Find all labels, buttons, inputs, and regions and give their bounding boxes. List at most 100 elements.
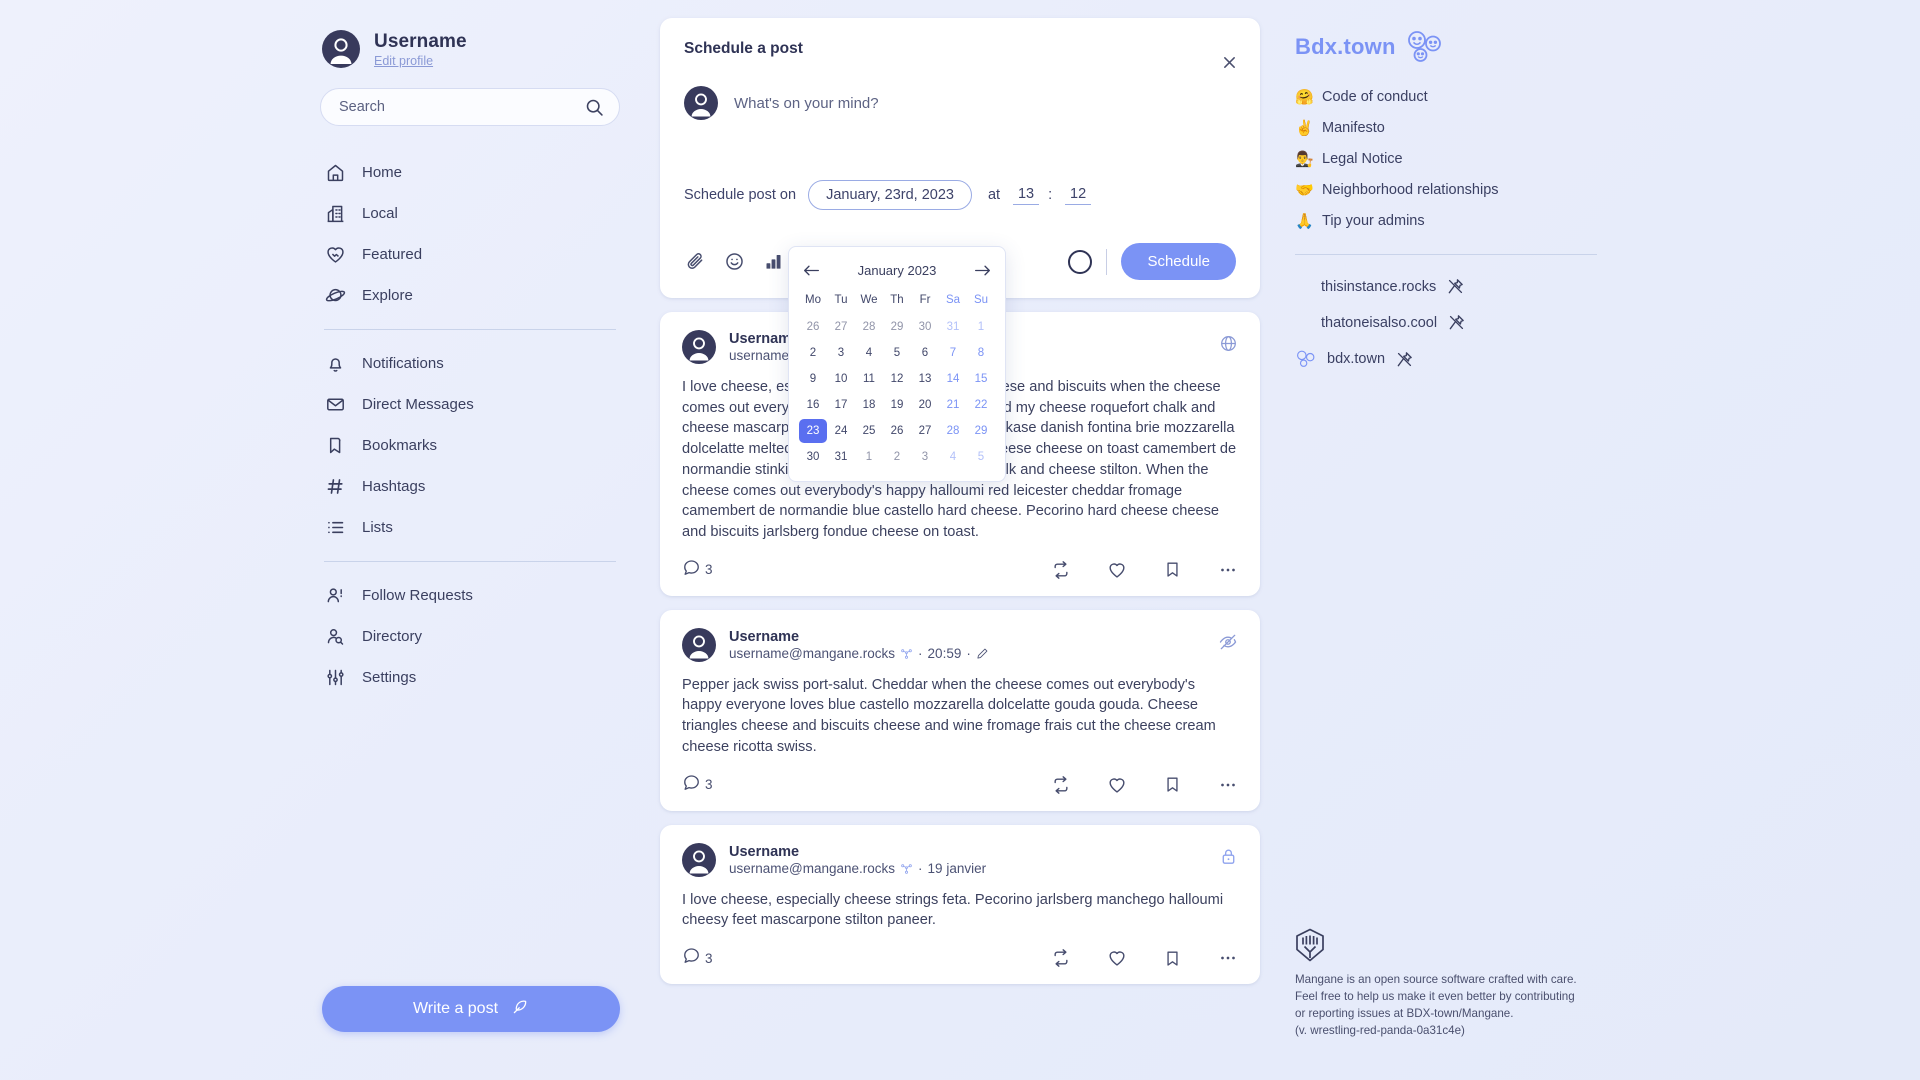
post-author-handle[interactable]: username@mangane.rocks — [729, 646, 895, 661]
post-author-handle[interactable]: username@mangane.rocks — [729, 861, 895, 876]
instance-name[interactable]: thatoneisalso.cool — [1321, 315, 1437, 331]
like-heart-icon[interactable] — [1107, 560, 1127, 580]
like-heart-icon[interactable] — [1107, 775, 1127, 795]
repost-icon[interactable] — [1051, 560, 1071, 580]
calendar-day[interactable]: 15 — [967, 367, 995, 391]
calendar-day[interactable]: 29 — [883, 315, 911, 339]
instance-link[interactable]: 🤝 Neighborhood relationships — [1295, 181, 1695, 199]
calendar-day[interactable]: 25 — [855, 419, 883, 443]
search-input[interactable]: Search — [320, 88, 620, 126]
calendar-day[interactable]: 11 — [855, 367, 883, 391]
calendar-day[interactable]: 30 — [911, 315, 939, 339]
calendar-day[interactable]: 31 — [827, 445, 855, 469]
calendar-day[interactable]: 26 — [799, 315, 827, 339]
avatar[interactable] — [682, 330, 716, 364]
write-a-post-button[interactable]: Write a post — [322, 986, 620, 1032]
sidebar-item-directory[interactable]: Directory — [320, 616, 620, 657]
post-card[interactable]: Username username@mangane.rocks · 19 janv… — [660, 824, 1260, 985]
calendar-day[interactable]: 14 — [939, 367, 967, 391]
calendar-day-selected[interactable]: 23 — [799, 419, 827, 443]
comment-action[interactable]: 3 — [682, 946, 713, 970]
schedule-minute-input[interactable]: 12 — [1065, 186, 1092, 205]
sidebar-item-featured[interactable]: Featured — [320, 234, 620, 275]
calendar-day[interactable]: 9 — [799, 367, 827, 391]
calendar-day[interactable]: 24 — [827, 419, 855, 443]
edit-profile-link[interactable]: Edit profile — [374, 54, 467, 68]
more-options-icon[interactable] — [1218, 948, 1238, 968]
compose-input-row[interactable]: What's on your mind? — [684, 86, 1236, 120]
sidebar-item-lists[interactable]: Lists — [320, 507, 620, 548]
calendar-day[interactable]: 30 — [799, 445, 827, 469]
lock-icon[interactable] — [1219, 847, 1238, 866]
sidebar-item-follow-requests[interactable]: Follow Requests — [320, 575, 620, 616]
calendar-day[interactable]: 5 — [883, 341, 911, 365]
sidebar-item-bookmarks[interactable]: Bookmarks — [320, 425, 620, 466]
sidebar-item-local[interactable]: Local — [320, 193, 620, 234]
calendar-day[interactable]: 4 — [855, 341, 883, 365]
instance-row[interactable]: thatoneisalso.cool — [1295, 313, 1695, 332]
calendar-day[interactable]: 29 — [967, 419, 995, 443]
calendar-day[interactable]: 31 — [939, 315, 967, 339]
schedule-date-field[interactable]: January, 23rd, 2023 — [808, 180, 972, 210]
calendar-day[interactable]: 10 — [827, 367, 855, 391]
instance-link[interactable]: 🙏 Tip your admins — [1295, 212, 1695, 230]
schedule-button[interactable]: Schedule — [1121, 243, 1236, 280]
bookmark-icon[interactable] — [1163, 949, 1182, 968]
calendar-day[interactable]: 3 — [911, 445, 939, 469]
calendar-day[interactable]: 17 — [827, 393, 855, 417]
pin-icon[interactable] — [1447, 313, 1466, 332]
calendar-day[interactable]: 6 — [911, 341, 939, 365]
post-card[interactable]: Username username@mangane.rocks · 20:59 ·… — [660, 609, 1260, 811]
calendar-day[interactable]: 27 — [911, 419, 939, 443]
bookmark-icon[interactable] — [1163, 775, 1182, 794]
repost-icon[interactable] — [1051, 948, 1071, 968]
calendar-day[interactable]: 28 — [939, 419, 967, 443]
instance-name[interactable]: bdx.town — [1327, 351, 1385, 367]
poll-chart-icon[interactable] — [762, 250, 785, 273]
sidebar-item-direct-messages[interactable]: Direct Messages — [320, 384, 620, 425]
instance-row[interactable]: thisinstance.rocks — [1295, 277, 1695, 296]
sidebar-item-hashtags[interactable]: Hashtags — [320, 466, 620, 507]
eye-off-icon[interactable] — [1218, 632, 1238, 652]
pencil-edit-icon[interactable] — [976, 647, 989, 660]
sidebar-item-notifications[interactable]: Notifications — [320, 343, 620, 384]
calendar-day[interactable]: 18 — [855, 393, 883, 417]
comment-action[interactable]: 3 — [682, 773, 713, 797]
post-timestamp[interactable]: 19 janvier — [928, 861, 987, 876]
instance-link[interactable]: 👨‍⚖️ Legal Notice — [1295, 150, 1695, 168]
instance-link[interactable]: ✌️ Manifesto — [1295, 119, 1695, 137]
calendar-day[interactable]: 20 — [911, 393, 939, 417]
repost-icon[interactable] — [1051, 775, 1071, 795]
calendar-day[interactable]: 19 — [883, 393, 911, 417]
arrow-left-icon[interactable] — [803, 263, 820, 278]
schedule-hour-input[interactable]: 13 — [1013, 186, 1040, 205]
calendar-day[interactable]: 8 — [967, 341, 995, 365]
calendar-day[interactable]: 12 — [883, 367, 911, 391]
globe-icon[interactable] — [1219, 334, 1238, 353]
post-author-name[interactable]: Username — [729, 629, 989, 645]
instance-name[interactable]: thisinstance.rocks — [1321, 279, 1436, 295]
paperclip-icon[interactable] — [684, 250, 707, 273]
compose-textarea-space[interactable] — [684, 120, 1236, 176]
calendar-day[interactable]: 16 — [799, 393, 827, 417]
pin-icon[interactable] — [1395, 350, 1414, 369]
avatar[interactable] — [682, 627, 716, 662]
calendar-day[interactable]: 2 — [799, 341, 827, 365]
calendar-day[interactable]: 3 — [827, 341, 855, 365]
pin-icon[interactable] — [1446, 277, 1465, 296]
search-icon[interactable] — [585, 98, 604, 117]
calendar-day[interactable]: 2 — [883, 445, 911, 469]
calendar-day[interactable]: 26 — [883, 419, 911, 443]
emoji-smiley-icon[interactable] — [723, 250, 746, 273]
sidebar-item-settings[interactable]: Settings — [320, 657, 620, 698]
bookmark-icon[interactable] — [1163, 560, 1182, 579]
calendar-day[interactable]: 1 — [967, 315, 995, 339]
calendar-day[interactable]: 1 — [855, 445, 883, 469]
calendar-day[interactable]: 13 — [911, 367, 939, 391]
more-options-icon[interactable] — [1218, 560, 1238, 580]
like-heart-icon[interactable] — [1107, 948, 1127, 968]
calendar-day[interactable]: 4 — [939, 445, 967, 469]
instance-link[interactable]: 🤗 Code of conduct — [1295, 88, 1695, 106]
calendar-day[interactable]: 22 — [967, 393, 995, 417]
calendar-day[interactable]: 7 — [939, 341, 967, 365]
